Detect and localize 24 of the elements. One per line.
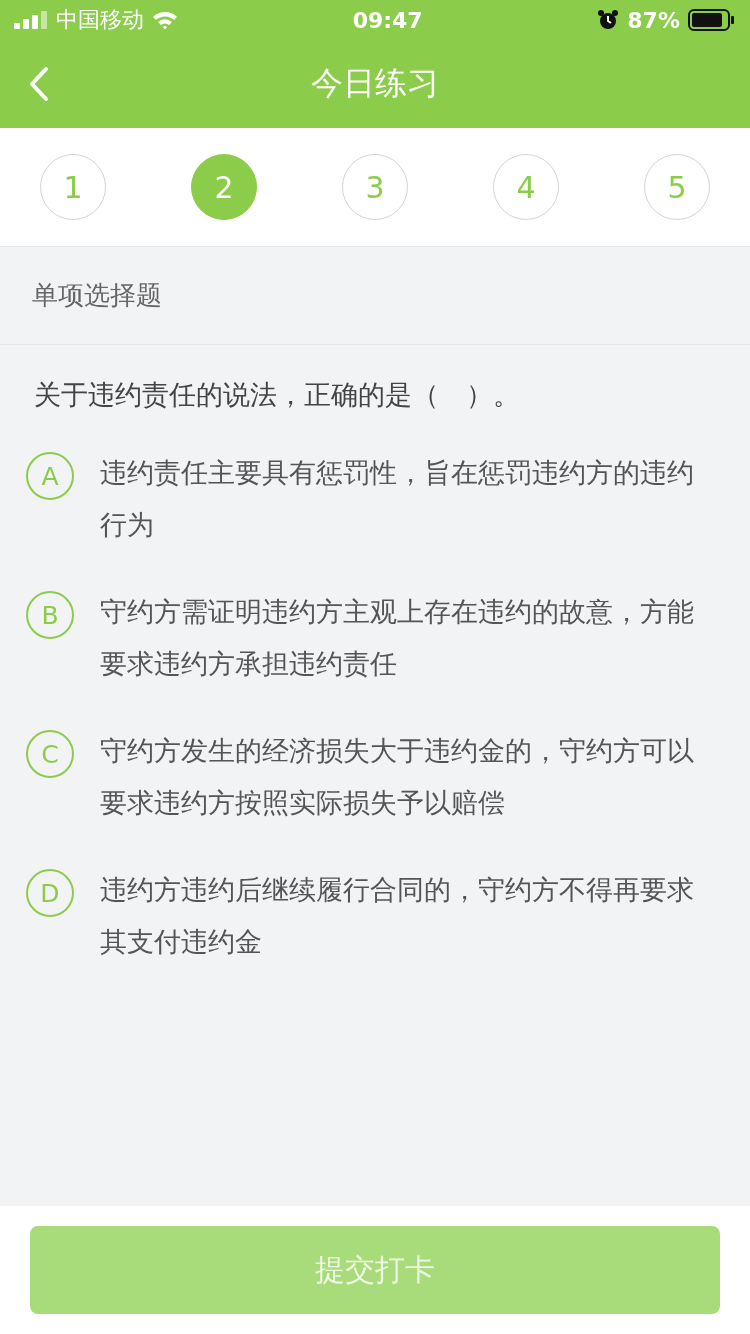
- wifi-icon: [152, 10, 178, 30]
- battery-icon: [688, 9, 736, 31]
- question-number[interactable]: 4: [493, 154, 559, 220]
- option-text[interactable]: 守约方发生的经济损失大于违约金的，守约方可以要求违约方按照实际损失予以赔偿: [100, 725, 700, 829]
- alarm-clock-icon: [597, 9, 620, 31]
- question-number[interactable]: 1: [40, 154, 106, 220]
- option-letter[interactable]: D: [26, 869, 74, 917]
- option-letter[interactable]: C: [26, 730, 74, 778]
- status-time: 09:47: [352, 7, 423, 33]
- option-letter[interactable]: A: [26, 452, 74, 500]
- option-text[interactable]: 守约方需证明违约方主观上存在违约的故意，方能要求违约方承担违约责任: [100, 586, 700, 690]
- question-number[interactable]: 5: [644, 154, 710, 220]
- question-text: 关于违约责任的说法，正确的是（ ）。: [33, 378, 521, 412]
- signal-icon: [14, 11, 48, 29]
- option-letter[interactable]: B: [26, 591, 74, 639]
- page-title: 今日练习: [311, 63, 439, 104]
- question-number[interactable]: 2: [191, 154, 257, 220]
- carrier-name: 中国移动: [56, 6, 144, 34]
- back-icon[interactable]: [28, 66, 50, 102]
- option-text[interactable]: 违约责任主要具有惩罚性，旨在惩罚违约方的违约行为: [100, 447, 700, 551]
- question-number[interactable]: 3: [342, 154, 408, 220]
- question-type-label: 单项选择题: [32, 279, 162, 312]
- battery-percent: 87%: [627, 7, 680, 33]
- option-text[interactable]: 违约方违约后继续履行合同的，守约方不得再要求其支付违约金: [100, 864, 700, 968]
